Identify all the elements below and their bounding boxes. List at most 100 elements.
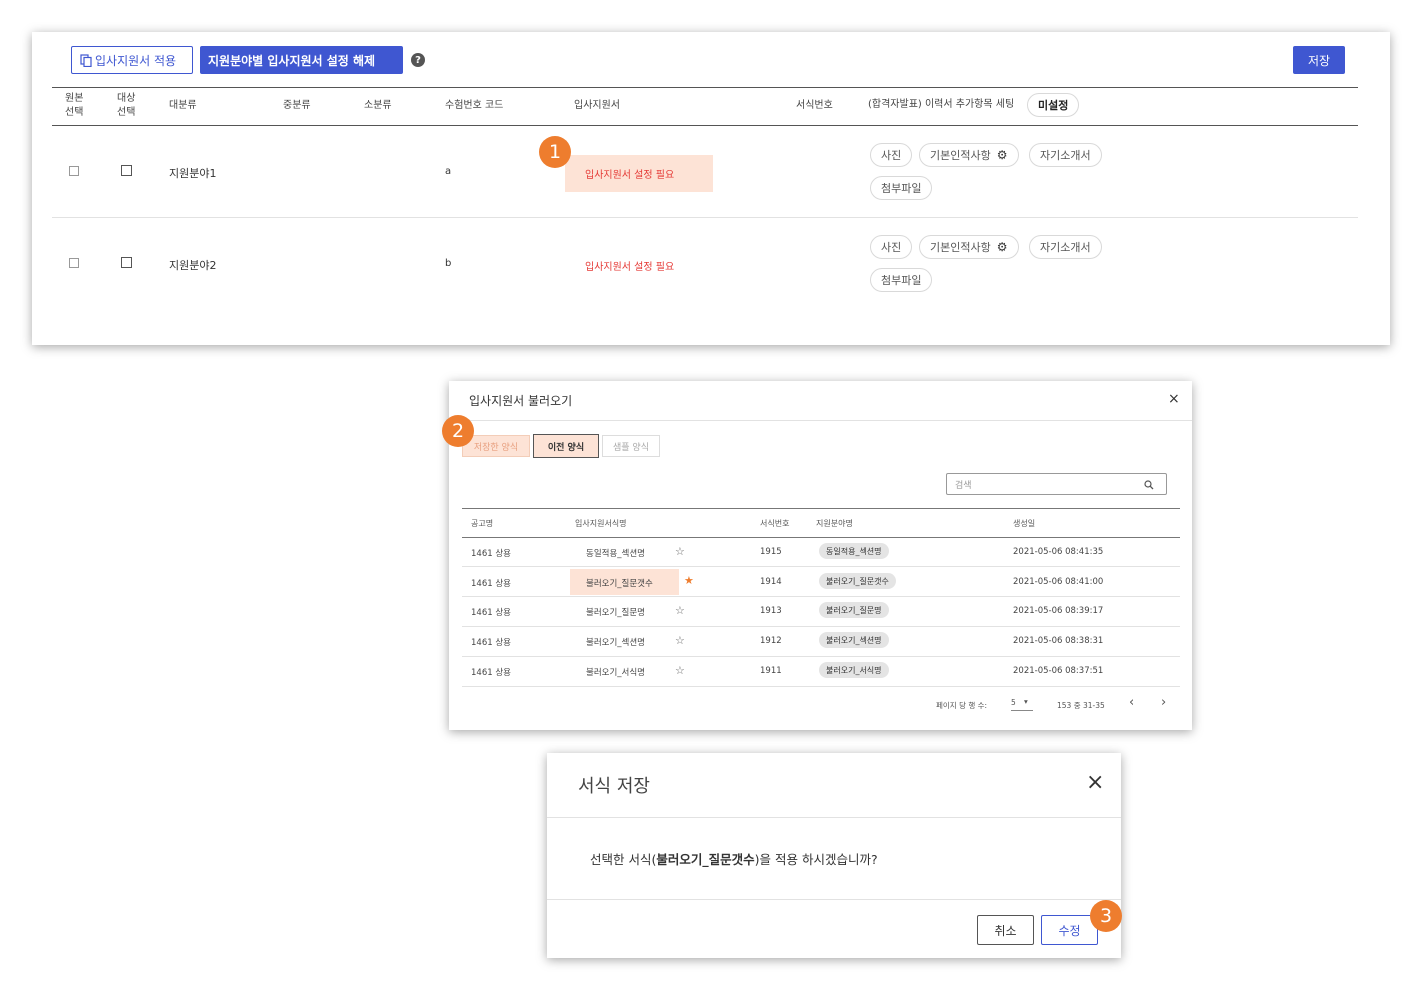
chip-label: 첨부파일 [881, 182, 922, 195]
close-symbol: × [1168, 391, 1180, 407]
confirm-message: 선택한 서식(불러오기_질문갯수)을 적용 하시겠습니까? [590, 849, 878, 868]
release-setting-button[interactable]: 지원분야별 입사지원서 설정 해제 [200, 46, 403, 74]
cell-notice: 1461 상용 [471, 668, 511, 678]
application-settings-panel: 입사지원서 적용 지원분야별 입사지원서 설정 해제 ? 저장 원본 선택 대상… [32, 32, 1390, 345]
cell-form-name: 불러오기_섹션명 [586, 638, 645, 648]
chip-label: 기본인적사항 [930, 241, 991, 254]
cell-created: 2021-05-06 08:41:35 [1013, 547, 1104, 557]
cancel-button[interactable]: 취소 [977, 915, 1034, 945]
target-select-checkbox[interactable] [121, 165, 132, 176]
row-divider [462, 656, 1180, 657]
row-divider [462, 566, 1180, 567]
message-prefix: 선택한 서식( [590, 852, 657, 867]
row-divider [52, 217, 1358, 218]
rows-per-page-select[interactable]: 5 ▾ [1011, 697, 1033, 711]
step-marker-2: 2 [442, 415, 474, 447]
unset-label: 미설정 [1038, 99, 1069, 112]
star-outline-icon[interactable]: ☆ [675, 545, 685, 558]
apply-application-button[interactable]: 입사지원서 적용 [71, 46, 193, 74]
cell-form-name: 불러오기_질문명 [586, 608, 645, 618]
row-divider [462, 596, 1180, 597]
row-major: 지원분야2 [169, 259, 217, 272]
chip-label: 첨부파일 [881, 274, 922, 287]
cell-notice: 1461 상용 [471, 638, 511, 648]
save-button[interactable]: 저장 [1293, 46, 1345, 74]
cell-notice: 1461 상용 [471, 608, 511, 618]
help-icon[interactable]: ? [411, 53, 425, 67]
close-symbol: × [1086, 770, 1105, 795]
star-filled-icon[interactable]: ★ [684, 574, 694, 587]
cancel-label: 취소 [994, 923, 1017, 938]
prev-page-icon[interactable]: ‹ [1129, 695, 1134, 710]
cell-field-chip: 불러오기_서식명 [819, 662, 889, 678]
step-marker-3: 3 [1090, 900, 1122, 932]
search-icon[interactable] [1144, 480, 1154, 490]
rows-per-page-value: 5 [1011, 698, 1016, 707]
star-outline-icon[interactable]: ☆ [675, 664, 685, 677]
step-marker-1: 1 [539, 136, 571, 168]
cell-field-chip: 불러오기_섹션명 [819, 632, 889, 648]
header-minor: 소분류 [364, 100, 392, 111]
search-placeholder: 검색 [955, 480, 972, 491]
cell-field-chip: 동일적용_섹션명 [819, 543, 889, 559]
marker-number: 3 [1099, 905, 1113, 927]
help-symbol: ? [415, 54, 421, 66]
chip-attachment[interactable]: 첨부파일 [870, 176, 933, 200]
chip-label: 자기소개서 [1040, 149, 1091, 162]
cell-created: 2021-05-06 08:37:51 [1013, 666, 1104, 676]
chip-basic-info[interactable]: 기본인적사항 ⚙ [919, 235, 1019, 259]
header-original-select: 원본 선택 [65, 93, 84, 118]
prev-symbol: ‹ [1129, 695, 1135, 710]
original-select-checkbox[interactable] [69, 258, 79, 268]
header-middle: 중분류 [283, 100, 311, 111]
cell-field-chip: 불러오기_질문갯수 [819, 573, 896, 589]
chip-photo[interactable]: 사진 [870, 143, 913, 167]
application-setting-required-link[interactable]: 입사지원서 설정 필요 [585, 258, 674, 273]
cell-created: 2021-05-06 08:41:00 [1013, 577, 1104, 587]
table-header-border [52, 125, 1358, 126]
cell-created: 2021-05-06 08:39:17 [1013, 606, 1104, 616]
row-major: 지원분야1 [169, 167, 217, 180]
tab-previous-forms[interactable]: 이전 양식 [533, 434, 599, 458]
chip-photo[interactable]: 사진 [870, 235, 913, 259]
col-field: 지원분야명 [816, 519, 853, 528]
close-icon[interactable]: × [1168, 391, 1180, 407]
search-input[interactable]: 검색 [946, 473, 1167, 495]
chip-self-intro[interactable]: 자기소개서 [1029, 143, 1102, 167]
dialog-header-divider [449, 420, 1192, 421]
chip-self-intro[interactable]: 자기소개서 [1029, 235, 1102, 259]
copy-icon [80, 53, 92, 67]
marker-number: 2 [451, 420, 465, 442]
cell-form-name: 동일적용_섹션명 [586, 549, 645, 559]
save-form-dialog: 서식 저장 × 선택한 서식(불러오기_질문갯수)을 적용 하시겠습니까? 취소… [547, 753, 1122, 958]
gear-icon[interactable]: ⚙ [997, 148, 1008, 162]
gear-icon[interactable]: ⚙ [997, 240, 1008, 254]
cell-notice: 1461 상용 [471, 549, 511, 559]
cell-notice: 1461 상용 [471, 579, 511, 589]
load-application-dialog: 입사지원서 불러오기 × 저장한 양식 이전 양식 샘플 양식 검색 공고명 입… [442, 381, 1192, 730]
star-outline-icon[interactable]: ☆ [675, 604, 685, 617]
original-select-checkbox[interactable] [69, 166, 79, 176]
dialog-footer-divider [547, 899, 1121, 900]
header-application: 입사지원서 [574, 100, 620, 111]
tab-label: 샘플 양식 [613, 442, 649, 453]
header-extra-setting: (합격자발표) 이력서 추가항목 세팅 [868, 99, 1015, 110]
close-icon[interactable]: × [1086, 770, 1104, 795]
chip-label: 기본인적사항 [930, 149, 991, 162]
release-setting-label: 지원분야별 입사지원서 설정 해제 [208, 53, 376, 68]
cell-form-no: 1911 [760, 666, 782, 676]
chip-basic-info[interactable]: 기본인적사항 ⚙ [919, 143, 1019, 167]
dialog-header-divider [547, 817, 1121, 818]
application-setting-required-link[interactable]: 입사지원서 설정 필요 [585, 166, 674, 181]
target-select-checkbox[interactable] [121, 257, 132, 268]
apply-application-label: 입사지원서 적용 [95, 53, 177, 68]
cell-form-no: 1915 [760, 547, 782, 557]
chip-attachment[interactable]: 첨부파일 [870, 268, 933, 292]
star-outline-icon[interactable]: ☆ [675, 634, 685, 647]
unset-toggle[interactable]: 미설정 [1027, 93, 1080, 117]
tab-sample-forms[interactable]: 샘플 양식 [602, 435, 660, 457]
col-created: 생성일 [1013, 519, 1036, 528]
header-major: 대분류 [169, 100, 197, 111]
next-page-icon[interactable]: › [1161, 695, 1166, 710]
header-target-select: 대상 선택 [117, 93, 136, 118]
